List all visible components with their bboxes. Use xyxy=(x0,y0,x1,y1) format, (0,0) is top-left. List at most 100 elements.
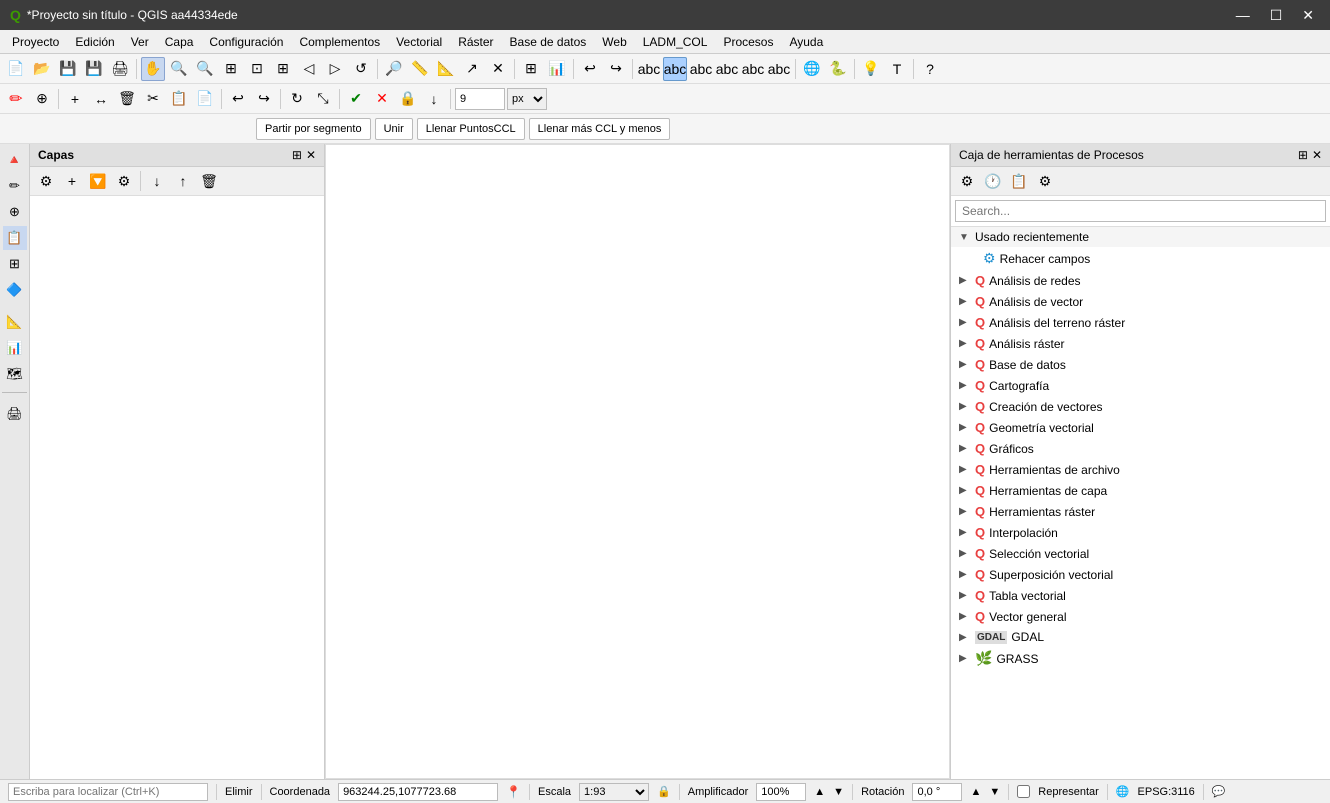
epsg-label[interactable]: EPSG:3116 xyxy=(1138,786,1195,798)
left-icon-3[interactable]: ⊕ xyxy=(3,200,27,224)
python-button[interactable]: 🐍 xyxy=(826,57,850,81)
select-button[interactable]: ↗ xyxy=(460,57,484,81)
layers-maximize-button[interactable]: ⊞ xyxy=(292,148,302,162)
check-mark-button[interactable]: ✔ xyxy=(344,87,368,111)
menu-configuracion[interactable]: Configuración xyxy=(201,33,291,51)
proc-options-button[interactable]: ⚙ xyxy=(1033,169,1057,193)
paste-feature-button[interactable]: 📄 xyxy=(193,87,217,111)
cross-button[interactable]: ✕ xyxy=(370,87,394,111)
layers-manage-button[interactable]: ⚙ xyxy=(112,169,136,193)
attribute-table-button[interactable]: ⊞ xyxy=(519,57,543,81)
lock-button[interactable]: 🔒 xyxy=(396,87,420,111)
measure-area-button[interactable]: 📐 xyxy=(434,57,458,81)
identify-button[interactable]: 🔎 xyxy=(382,57,406,81)
menu-complementos[interactable]: Complementos xyxy=(291,33,388,51)
lock-arrow-button[interactable]: ↓ xyxy=(422,87,446,111)
tree-subitem-rehacer[interactable]: ⚙ Rehacer campos xyxy=(951,247,1330,270)
delete-feature-button[interactable]: 🗑 xyxy=(115,87,139,111)
rotate-button[interactable]: ↻ xyxy=(285,87,309,111)
label-button[interactable]: abc xyxy=(637,57,661,81)
left-icon-5[interactable]: ⊞ xyxy=(3,252,27,276)
left-icon-7[interactable]: 📐 xyxy=(3,310,27,334)
scale-button[interactable]: ⤡ xyxy=(311,87,335,111)
zoom-full-button[interactable]: ⊞ xyxy=(219,57,243,81)
tree-item-vector-general[interactable]: ▶ Q Vector general xyxy=(951,606,1330,627)
localize-input[interactable] xyxy=(8,783,208,801)
undo-edit-button[interactable]: ↩ xyxy=(226,87,250,111)
zoom-layer-button[interactable]: ⊞ xyxy=(271,57,295,81)
deselect-button[interactable]: ✕ xyxy=(486,57,510,81)
proc-close-button[interactable]: ✕ xyxy=(1312,148,1322,162)
menu-web[interactable]: Web xyxy=(594,33,634,51)
left-icon-4[interactable]: 📋 xyxy=(3,226,27,250)
tree-item-creacion-vectores[interactable]: ▶ Q Creación de vectores xyxy=(951,396,1330,417)
proc-history-button[interactable]: 🕐 xyxy=(981,169,1005,193)
messages-icon[interactable]: 💬 xyxy=(1212,785,1226,798)
save-as-button[interactable]: 💾 xyxy=(82,57,106,81)
maximize-button[interactable]: ☐ xyxy=(1264,5,1289,26)
menu-ayuda[interactable]: Ayuda xyxy=(781,33,831,51)
label2-button[interactable]: abc xyxy=(663,57,687,81)
coordenada-input[interactable] xyxy=(338,783,498,801)
proc-settings-button[interactable]: ⚙ xyxy=(955,169,979,193)
tree-item-tabla[interactable]: ▶ Q Tabla vectorial xyxy=(951,585,1330,606)
px-value-input[interactable] xyxy=(455,88,505,110)
zoom-next-button[interactable]: ▷ xyxy=(323,57,347,81)
menu-procesos[interactable]: Procesos xyxy=(715,33,781,51)
refresh-button[interactable]: ↺ xyxy=(349,57,373,81)
amp-down-icon[interactable]: ▼ xyxy=(833,786,844,798)
rotacion-input[interactable] xyxy=(912,783,962,801)
measure-button[interactable]: 📏 xyxy=(408,57,432,81)
tree-item-analisis-terreno[interactable]: ▶ Q Análisis del terreno ráster xyxy=(951,312,1330,333)
escala-select[interactable]: 1:93 xyxy=(579,783,649,801)
label4-button[interactable]: abc xyxy=(715,57,739,81)
menu-proyecto[interactable]: Proyecto xyxy=(4,33,67,51)
window-controls[interactable]: — ☐ ✕ xyxy=(1230,5,1320,26)
proc-results-button[interactable]: 📋 xyxy=(1007,169,1031,193)
copy-feature-button[interactable]: 📋 xyxy=(167,87,191,111)
amplificador-input[interactable] xyxy=(756,783,806,801)
partir-segmento-button[interactable]: Partir por segmento xyxy=(256,118,371,140)
label3-button[interactable]: abc xyxy=(689,57,713,81)
close-button[interactable]: ✕ xyxy=(1296,5,1320,26)
left-icon-9[interactable]: 🗺 xyxy=(3,362,27,386)
menu-edicion[interactable]: Edición xyxy=(67,33,122,51)
tree-item-herr-archivo[interactable]: ▶ Q Herramientas de archivo xyxy=(951,459,1330,480)
move-feature-button[interactable]: ↔ xyxy=(89,87,113,111)
layers-add-button[interactable]: + xyxy=(60,169,84,193)
text-button[interactable]: T xyxy=(885,57,909,81)
osm-button[interactable]: 🌐 xyxy=(800,57,824,81)
map-canvas[interactable] xyxy=(325,144,950,779)
unit-select[interactable]: px m xyxy=(507,88,547,110)
new-project-button[interactable]: 📄 xyxy=(4,57,28,81)
zoom-out-button[interactable]: 🔍 xyxy=(193,57,217,81)
menu-ver[interactable]: Ver xyxy=(123,33,157,51)
layers-collapse-button[interactable]: ↑ xyxy=(171,169,195,193)
llenar-puntos-button[interactable]: Llenar PuntosCCL xyxy=(417,118,525,140)
menu-raster[interactable]: Ráster xyxy=(450,33,501,51)
layers-expand-button[interactable]: ↓ xyxy=(145,169,169,193)
redo-button[interactable]: ↪ xyxy=(604,57,628,81)
minimize-button[interactable]: — xyxy=(1230,5,1256,26)
left-icon-6[interactable]: 🔷 xyxy=(3,278,27,302)
unir-button[interactable]: Unir xyxy=(375,118,413,140)
tips-button[interactable]: 💡 xyxy=(859,57,883,81)
tree-item-geometria[interactable]: ▶ Q Geometría vectorial xyxy=(951,417,1330,438)
rot-up-icon[interactable]: ▲ xyxy=(970,786,981,798)
add-feature-button[interactable]: + xyxy=(63,87,87,111)
amp-up-icon[interactable]: ▲ xyxy=(814,786,825,798)
layers-close-button[interactable]: ✕ xyxy=(306,148,316,162)
tree-item-grass[interactable]: ▶ 🌿 GRASS xyxy=(951,647,1330,670)
statistics-button[interactable]: 📊 xyxy=(545,57,569,81)
tree-item-base-datos[interactable]: ▶ Q Base de datos xyxy=(951,354,1330,375)
zoom-prev-button[interactable]: ◁ xyxy=(297,57,321,81)
left-icon-8[interactable]: 📊 xyxy=(3,336,27,360)
menu-vectorial[interactable]: Vectorial xyxy=(388,33,450,51)
open-project-button[interactable]: 📂 xyxy=(30,57,54,81)
tree-item-recently-used[interactable]: ▼ Usado recientemente xyxy=(951,227,1330,247)
redo-edit-button[interactable]: ↪ xyxy=(252,87,276,111)
node-tool-button[interactable]: ⊕ xyxy=(30,87,54,111)
cut-feature-button[interactable]: ✂ xyxy=(141,87,165,111)
print-button[interactable]: 🖨 xyxy=(108,57,132,81)
help-button[interactable]: ? xyxy=(918,57,942,81)
